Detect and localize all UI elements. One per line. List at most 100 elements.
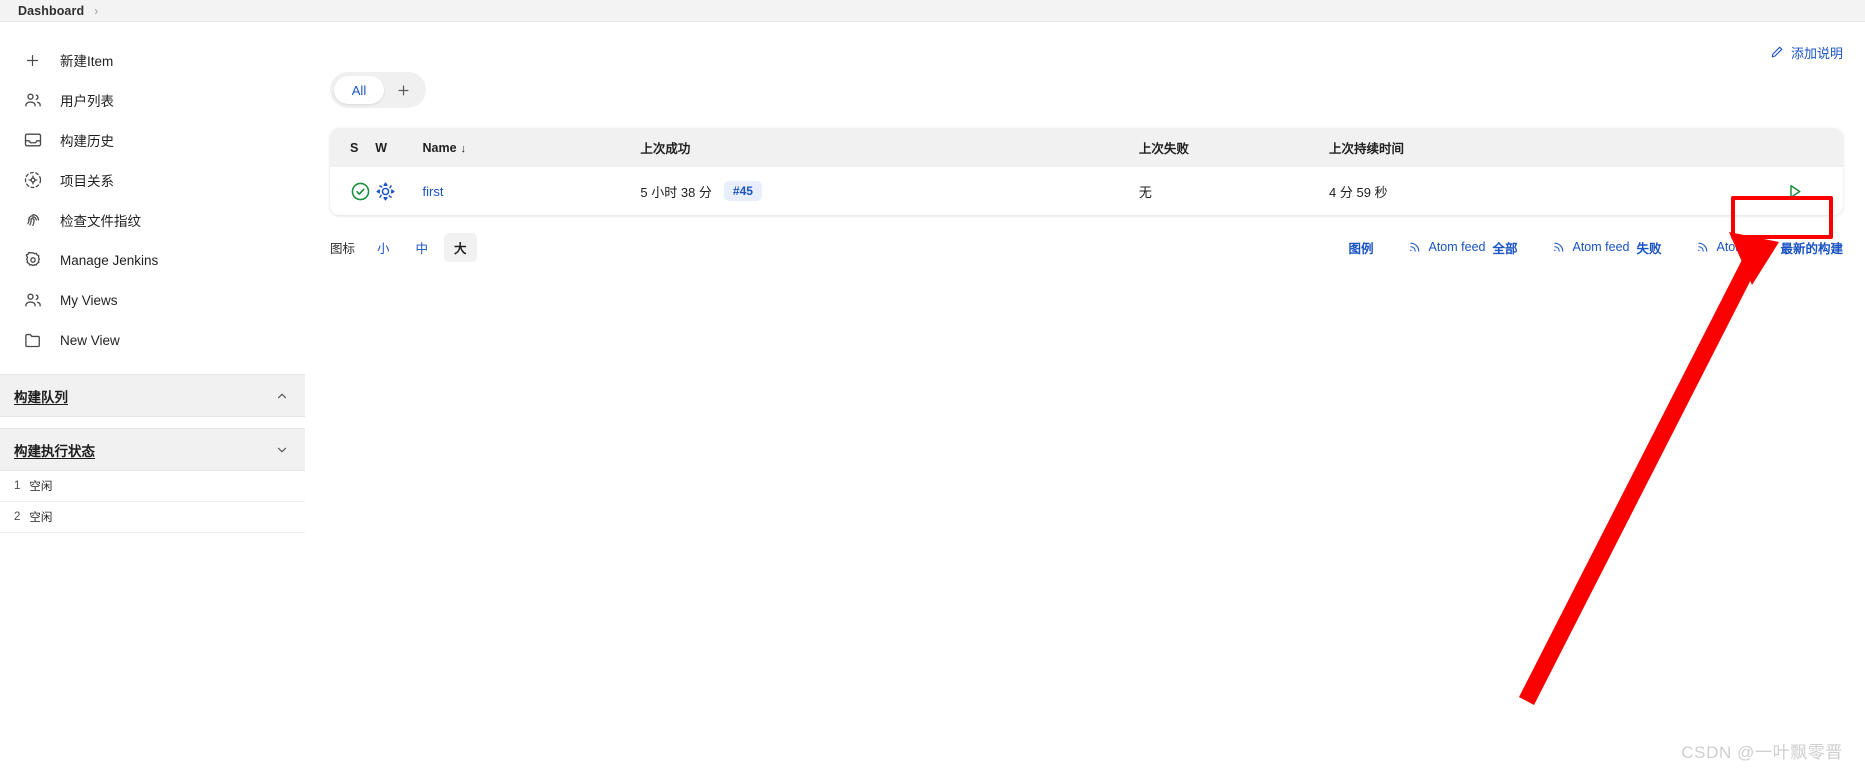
- sidebar-item-manage-jenkins[interactable]: Manage Jenkins: [22, 240, 305, 280]
- jobs-table: S W Name ↓ 上次成功 上次失败 上次持续时间 first 5 小时 3…: [330, 128, 1843, 215]
- sidebar: 新建Item 用户列表 构建历史 项目关系 检查文件指纹 Manage Jenk…: [0, 22, 305, 533]
- column-header-last-failure[interactable]: 上次失败: [1138, 128, 1330, 167]
- fingerprint-icon: [22, 210, 43, 231]
- chevron-right-icon: ›: [94, 3, 99, 18]
- jobs-table-card: S W Name ↓ 上次成功 上次失败 上次持续时间 first 5 小时 3…: [330, 128, 1843, 215]
- build-queue-title: 构建队列: [14, 389, 68, 405]
- atom-feed-scope: 失败: [1636, 241, 1662, 256]
- sidebar-item-label: 项目关系: [60, 174, 114, 189]
- gear-icon: [22, 250, 43, 271]
- view-tabs: All: [330, 72, 426, 108]
- list-item[interactable]: 1 空闲: [0, 471, 305, 502]
- rss-icon: [1552, 240, 1566, 254]
- column-header-last-success[interactable]: 上次成功: [640, 128, 1139, 167]
- run-build-button[interactable]: [1779, 176, 1809, 206]
- executor-number: 2: [14, 511, 21, 523]
- build-queue-header[interactable]: 构建队列: [0, 374, 305, 417]
- build-number-badge[interactable]: #45: [723, 181, 762, 201]
- column-header-name-label: Name: [422, 140, 457, 155]
- icon-size-small[interactable]: 小: [367, 233, 400, 262]
- jenkins-dashboard-page: Dashboard › 新建Item 用户列表 构建历史 项目关系 检查文件指纹…: [0, 0, 1865, 773]
- table-header-row: S W Name ↓ 上次成功 上次失败 上次持续时间: [330, 128, 1843, 167]
- sidebar-item-label: My Views: [60, 292, 118, 308]
- atom-feed-prefix: Atom feed: [1716, 240, 1774, 254]
- sidebar-item-project-relationship[interactable]: 项目关系: [22, 160, 305, 200]
- chevron-up-icon[interactable]: [275, 389, 289, 403]
- people-icon: [22, 290, 43, 311]
- cell-weather: [375, 167, 423, 215]
- sidebar-item-my-views[interactable]: My Views: [22, 280, 305, 320]
- sidebar-item-users[interactable]: 用户列表: [22, 80, 305, 120]
- executor-status-header[interactable]: 构建执行状态: [0, 428, 305, 471]
- sidebar-item-label: Manage Jenkins: [60, 252, 159, 268]
- executor-state: 空闲: [29, 481, 53, 493]
- icon-size-group: 图标 小 中 大: [330, 232, 477, 262]
- atom-feed-latest-link[interactable]: Atom feed 最新的构建: [1696, 238, 1843, 257]
- jobs-table-body: first 5 小时 38 分 #45 无 4 分 59 秒: [330, 167, 1843, 215]
- list-item[interactable]: 2 空闲: [0, 502, 305, 533]
- executor-status-title: 构建执行状态: [14, 443, 95, 459]
- sidebar-item-label: New View: [60, 332, 120, 348]
- add-view-button[interactable]: [384, 76, 422, 104]
- atom-feed-scope: 最新的构建: [1780, 241, 1843, 256]
- executor-list: 1 空闲 2 空闲: [0, 471, 305, 533]
- atom-feed-scope: 全部: [1492, 241, 1518, 256]
- rss-icon: [1696, 240, 1710, 254]
- cell-name: first: [422, 167, 641, 215]
- status-success-icon[interactable]: [350, 181, 375, 202]
- watermark: CSDN @一叶飘零晋: [1681, 743, 1843, 762]
- column-header-last-duration[interactable]: 上次持续时间: [1329, 128, 1648, 167]
- folder-icon: [22, 330, 43, 351]
- atom-feed-prefix: Atom feed: [1428, 240, 1486, 254]
- sidebar-nav: 新建Item 用户列表 构建历史 项目关系 检查文件指纹 Manage Jenk…: [0, 40, 305, 360]
- last-success-time: 5 小时 38 分: [640, 184, 712, 200]
- main-content: 添加说明 All S W Name ↓ 上次成功 上次失败 上次持续时间 fir…: [305, 22, 1865, 262]
- page-body: 新建Item 用户列表 构建历史 项目关系 检查文件指纹 Manage Jenk…: [0, 22, 1865, 533]
- icon-size-medium[interactable]: 中: [406, 233, 439, 262]
- executor-number: 1: [14, 480, 21, 492]
- cell-status: [330, 167, 376, 215]
- plus-icon: [22, 50, 43, 71]
- pencil-icon: [1770, 45, 1784, 59]
- sidebar-item-label: 构建历史: [60, 134, 114, 149]
- atom-feed-failed-link[interactable]: Atom feed 失败: [1552, 238, 1662, 257]
- legend-link[interactable]: 图例: [1348, 238, 1373, 257]
- inbox-icon: [22, 130, 43, 151]
- column-header-status[interactable]: S: [330, 128, 376, 167]
- icon-size-label: 图标: [330, 241, 356, 256]
- rss-icon: [1408, 240, 1422, 254]
- add-description-button[interactable]: 添加说明: [1770, 38, 1843, 66]
- sidebar-item-label: 检查文件指纹: [60, 214, 141, 229]
- breadcrumb-dashboard[interactable]: Dashboard: [18, 4, 84, 18]
- weather-sunny-icon[interactable]: [375, 181, 422, 202]
- add-description-label: 添加说明: [1790, 45, 1843, 61]
- cell-last-duration: 4 分 59 秒: [1329, 167, 1648, 215]
- sidebar-item-new-view[interactable]: New View: [22, 320, 305, 360]
- breadcrumb: Dashboard ›: [0, 0, 1865, 22]
- atom-feed-prefix: Atom feed: [1572, 240, 1630, 254]
- icon-size-large[interactable]: 大: [444, 232, 477, 262]
- sidebar-item-label: 用户列表: [60, 94, 114, 109]
- column-header-name[interactable]: Name ↓: [422, 128, 641, 167]
- table-row: first 5 小时 38 分 #45 无 4 分 59 秒: [330, 167, 1843, 215]
- jobs-table-head: S W Name ↓ 上次成功 上次失败 上次持续时间: [330, 128, 1843, 167]
- sidebar-item-label: 新建Item: [60, 54, 114, 69]
- chevron-down-icon[interactable]: [275, 443, 289, 457]
- job-link-first[interactable]: first: [423, 184, 444, 199]
- relations-icon: [22, 170, 43, 191]
- atom-feed-all-link[interactable]: Atom feed 全部: [1408, 238, 1518, 257]
- description-row: 添加说明: [330, 22, 1843, 66]
- feed-links-group: 图例 Atom feed 全部 Atom feed 失败 Atom feed 最…: [1348, 238, 1843, 257]
- people-icon: [22, 90, 43, 111]
- sidebar-item-build-history[interactable]: 构建历史: [22, 120, 305, 160]
- cell-actions: [1647, 167, 1843, 215]
- table-footer-toolbar: 图标 小 中 大 图例 Atom feed 全部 Atom feed 失败 At…: [330, 232, 1843, 262]
- tab-all[interactable]: All: [334, 76, 384, 104]
- column-header-weather[interactable]: W: [375, 128, 423, 167]
- cell-last-failure: 无: [1138, 167, 1330, 215]
- sidebar-item-fingerprint[interactable]: 检查文件指纹: [22, 200, 305, 240]
- sort-descending-icon: ↓: [460, 142, 467, 155]
- executor-state: 空闲: [29, 512, 53, 524]
- cell-last-success: 5 小时 38 分 #45: [640, 167, 1139, 215]
- sidebar-item-new-item[interactable]: 新建Item: [22, 40, 305, 80]
